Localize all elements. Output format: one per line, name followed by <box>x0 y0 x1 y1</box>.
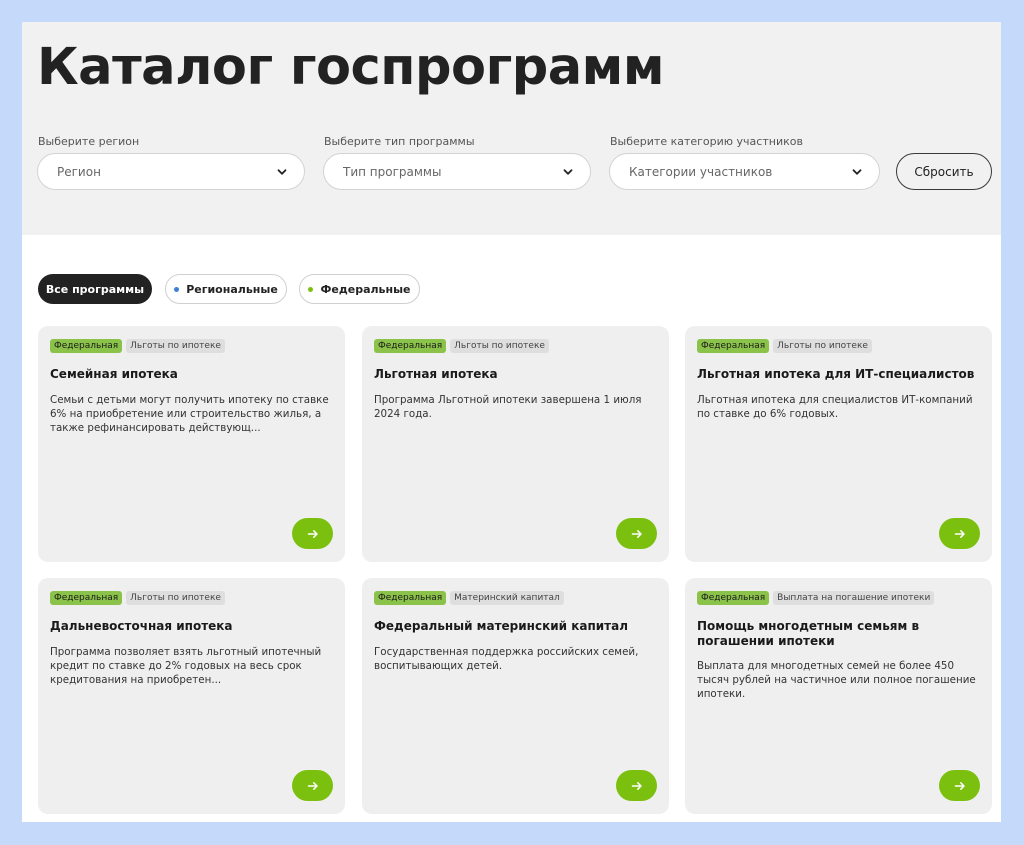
program-card[interactable]: Федеральная Льготы по ипотеке Семейная и… <box>38 326 345 562</box>
category-tag: Льготы по ипотеке <box>450 339 549 353</box>
level-tag: Федеральная <box>50 591 123 605</box>
type-filter-label: Выберите тип программы <box>324 135 475 148</box>
card-description: Государственная поддержка российских сем… <box>374 646 639 672</box>
program-card[interactable]: Федеральная Льготы по ипотеке Льготная и… <box>685 326 992 562</box>
level-tag: Федеральная <box>697 339 770 353</box>
card-description: Льготная ипотека для специалистов ИТ-ком… <box>697 394 973 420</box>
card-description: Программа позволяет взять льготный ипоте… <box>50 646 322 686</box>
arrow-right-icon <box>631 781 642 790</box>
open-program-button[interactable] <box>616 518 657 549</box>
tab-federal[interactable]: Федеральные <box>299 274 420 304</box>
tab-regional[interactable]: Региональные <box>165 274 287 304</box>
card-tags: Федеральная Льготы по ипотеке <box>697 339 872 353</box>
participant-category-select-placeholder: Категории участников <box>629 165 773 179</box>
card-tags: Федеральная Материнский капитал <box>374 591 564 605</box>
category-tag: Льготы по ипотеке <box>126 591 225 605</box>
arrow-right-icon <box>954 529 965 538</box>
category-tag: Льготы по ипотеке <box>126 339 225 353</box>
region-select[interactable]: Регион <box>37 153 305 190</box>
card-tags: Федеральная Выплата на погашение ипотеки <box>697 591 935 605</box>
card-title: Семейная ипотека <box>50 367 178 381</box>
region-select-placeholder: Регион <box>57 165 101 179</box>
arrow-right-icon <box>631 529 642 538</box>
category-tag: Выплата на погашение ипотеки <box>773 591 935 605</box>
card-title: Помощь многодетным семьям в погашении ип… <box>697 619 920 648</box>
page-frame: Каталог госпрограмм Выберите регион Реги… <box>22 22 1001 822</box>
open-program-button[interactable] <box>292 770 333 801</box>
card-title: Дальневосточная ипотека <box>50 619 233 633</box>
program-card[interactable]: Федеральная Льготы по ипотеке Льготная и… <box>362 326 669 562</box>
arrow-right-icon <box>307 781 318 790</box>
category-tag: Материнский капитал <box>450 591 564 605</box>
category-filter-label: Выберите категорию участников <box>610 135 803 148</box>
level-tag: Федеральная <box>697 591 770 605</box>
level-tag: Федеральная <box>50 339 123 353</box>
region-filter-label: Выберите регион <box>38 135 140 148</box>
tab-regional-label: Региональные <box>186 282 278 296</box>
arrow-right-icon <box>307 529 318 538</box>
reset-button[interactable]: Сбросить <box>896 153 992 190</box>
open-program-button[interactable] <box>616 770 657 801</box>
open-program-button[interactable] <box>939 770 980 801</box>
program-card[interactable]: Федеральная Льготы по ипотеке Дальневост… <box>38 578 345 814</box>
regional-dot-icon <box>174 286 180 292</box>
card-description: Программа Льготной ипотеки завершена 1 и… <box>374 394 642 420</box>
chevron-down-icon <box>852 169 862 175</box>
program-card[interactable]: Федеральная Материнский капитал Федераль… <box>362 578 669 814</box>
open-program-button[interactable] <box>292 518 333 549</box>
card-description: Выплата для многодетных семей не более 4… <box>697 660 976 700</box>
chevron-down-icon <box>563 169 573 175</box>
card-title: Льготная ипотека <box>374 367 498 381</box>
arrow-right-icon <box>954 781 965 790</box>
tab-all-programs[interactable]: Все программы <box>38 274 152 304</box>
tab-federal-label: Федеральные <box>320 282 411 296</box>
card-description: Семьи с детьми могут получить ипотеку по… <box>50 394 329 434</box>
card-tags: Федеральная Льготы по ипотеке <box>374 339 549 353</box>
category-tag: Льготы по ипотеке <box>773 339 872 353</box>
card-tags: Федеральная Льготы по ипотеке <box>50 591 225 605</box>
program-type-select-placeholder: Тип программы <box>343 165 442 179</box>
tab-all-programs-label: Все программы <box>45 282 145 296</box>
level-tag: Федеральная <box>374 591 447 605</box>
level-tag: Федеральная <box>374 339 447 353</box>
participant-category-select[interactable]: Категории участников <box>609 153 880 190</box>
federal-dot-icon <box>308 286 314 292</box>
card-title: Федеральный материнский капитал <box>374 619 628 633</box>
card-tags: Федеральная Льготы по ипотеке <box>50 339 225 353</box>
chevron-down-icon <box>277 169 287 175</box>
open-program-button[interactable] <box>939 518 980 549</box>
page-title: Каталог госпрограмм <box>37 38 665 97</box>
card-title: Льготная ипотека для ИТ-специалистов <box>697 367 975 381</box>
program-type-select[interactable]: Тип программы <box>323 153 591 190</box>
program-card[interactable]: Федеральная Выплата на погашение ипотеки… <box>685 578 992 814</box>
header-section: Каталог госпрограмм Выберите регион Реги… <box>22 22 1001 235</box>
